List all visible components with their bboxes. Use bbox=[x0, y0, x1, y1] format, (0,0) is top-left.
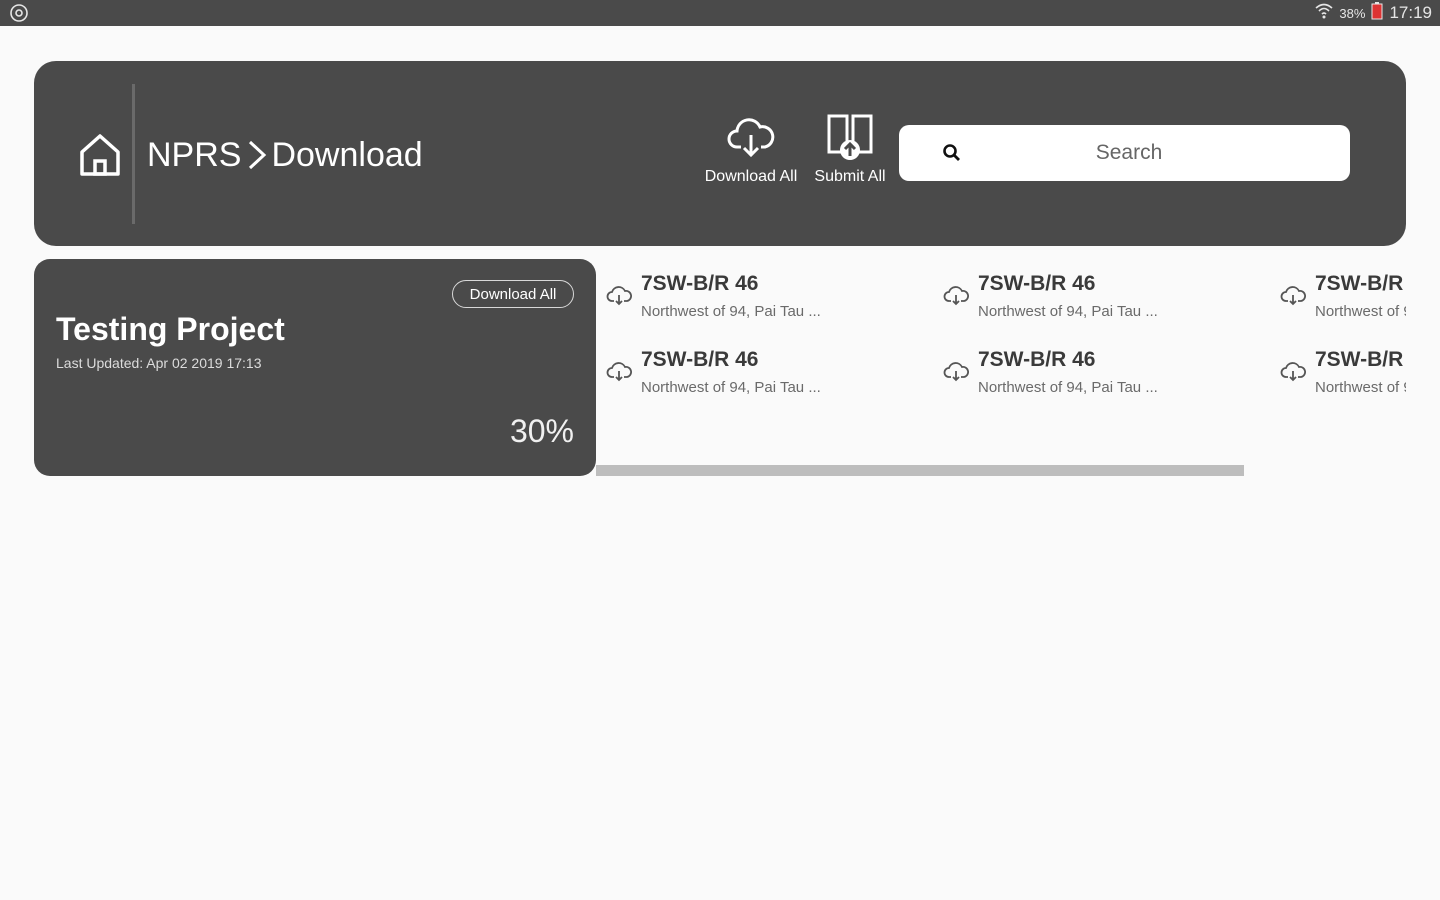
item-code: 7SW-B/R 46 bbox=[641, 272, 759, 295]
item-location: Northwest of 94, Pai Tau ... bbox=[641, 379, 821, 396]
breadcrumb-current: Download bbox=[271, 135, 423, 174]
list-item[interactable]: 7SW-B/R 46 Northwest of 94, Pai Tau ... bbox=[600, 262, 930, 332]
item-grid[interactable]: 7SW-B/R 46 Northwest of 94, Pai Tau ... … bbox=[600, 262, 1406, 422]
item-code: 7SW-B/R 46 bbox=[641, 348, 759, 371]
cloud-download-icon bbox=[1280, 286, 1306, 306]
submit-all-button[interactable]: Submit All bbox=[808, 112, 892, 192]
header-divider bbox=[132, 84, 135, 224]
list-item[interactable]: 7SW-B/R 46 Northwest of 94, Pai Tau ... bbox=[1274, 262, 1406, 332]
item-code: 7SW-B/R 46 bbox=[978, 272, 1096, 295]
breadcrumb-root[interactable]: NPRS bbox=[147, 136, 241, 175]
battery-icon bbox=[1371, 1, 1383, 25]
download-all-button[interactable]: Download All bbox=[700, 112, 802, 192]
list-item[interactable]: 7SW-B/R 46 Northwest of 94, Pai Tau ... bbox=[937, 262, 1267, 332]
app-notification-icon bbox=[8, 2, 30, 24]
cloud-download-icon bbox=[943, 362, 969, 382]
home-button[interactable] bbox=[74, 128, 126, 180]
cloud-download-icon bbox=[1280, 362, 1306, 382]
project-download-all-button[interactable]: Download All bbox=[452, 280, 574, 308]
item-location: Northwest of 94, Pai Tau ... bbox=[641, 303, 821, 320]
download-all-label: Download All bbox=[704, 168, 798, 185]
item-code: 7SW-B/R 46 bbox=[1315, 272, 1406, 295]
project-last-updated: Last Updated: Apr 02 2019 17:13 bbox=[56, 355, 262, 371]
breadcrumb: NPRS Download bbox=[147, 132, 423, 178]
cloud-download-icon bbox=[606, 362, 632, 382]
book-upload-icon bbox=[825, 112, 875, 162]
list-item[interactable]: 7SW-B/R 46 Northwest of 94, Pai Tau ... bbox=[1274, 338, 1406, 408]
search-icon bbox=[943, 144, 960, 161]
item-location: Northwest of 94, Pai Tau ... bbox=[978, 303, 1158, 320]
horizontal-scrollbar[interactable] bbox=[596, 465, 1244, 476]
item-location: Northwest of 94, Pai Tau ... bbox=[1315, 303, 1406, 320]
project-progress: 30% bbox=[509, 413, 574, 449]
chevron-right-icon bbox=[247, 139, 267, 171]
item-code: 7SW-B/R 46 bbox=[1315, 348, 1406, 371]
item-location: Northwest of 94, Pai Tau ... bbox=[978, 379, 1158, 396]
list-item[interactable]: 7SW-B/R 46 Northwest of 94, Pai Tau ... bbox=[600, 338, 930, 408]
search-box[interactable] bbox=[899, 125, 1350, 181]
submit-all-label: Submit All bbox=[814, 168, 886, 185]
search-input[interactable] bbox=[979, 133, 1279, 173]
status-bar: 38% 17:19 bbox=[0, 0, 1440, 26]
item-location: Northwest of 94, Pai Tau ... bbox=[1315, 379, 1406, 396]
cloud-download-icon bbox=[727, 112, 775, 162]
project-title: Testing Project bbox=[56, 311, 285, 347]
list-item[interactable]: 7SW-B/R 46 Northwest of 94, Pai Tau ... bbox=[937, 338, 1267, 408]
item-code: 7SW-B/R 46 bbox=[978, 348, 1096, 371]
project-card[interactable]: Download All Testing Project Last Update… bbox=[34, 259, 596, 476]
cloud-download-icon bbox=[943, 286, 969, 306]
cloud-download-icon bbox=[606, 286, 632, 306]
battery-percent: 38% bbox=[1339, 5, 1366, 21]
clock: 17:19 bbox=[1389, 3, 1432, 22]
wifi-icon bbox=[1315, 3, 1333, 24]
home-icon bbox=[80, 134, 120, 176]
